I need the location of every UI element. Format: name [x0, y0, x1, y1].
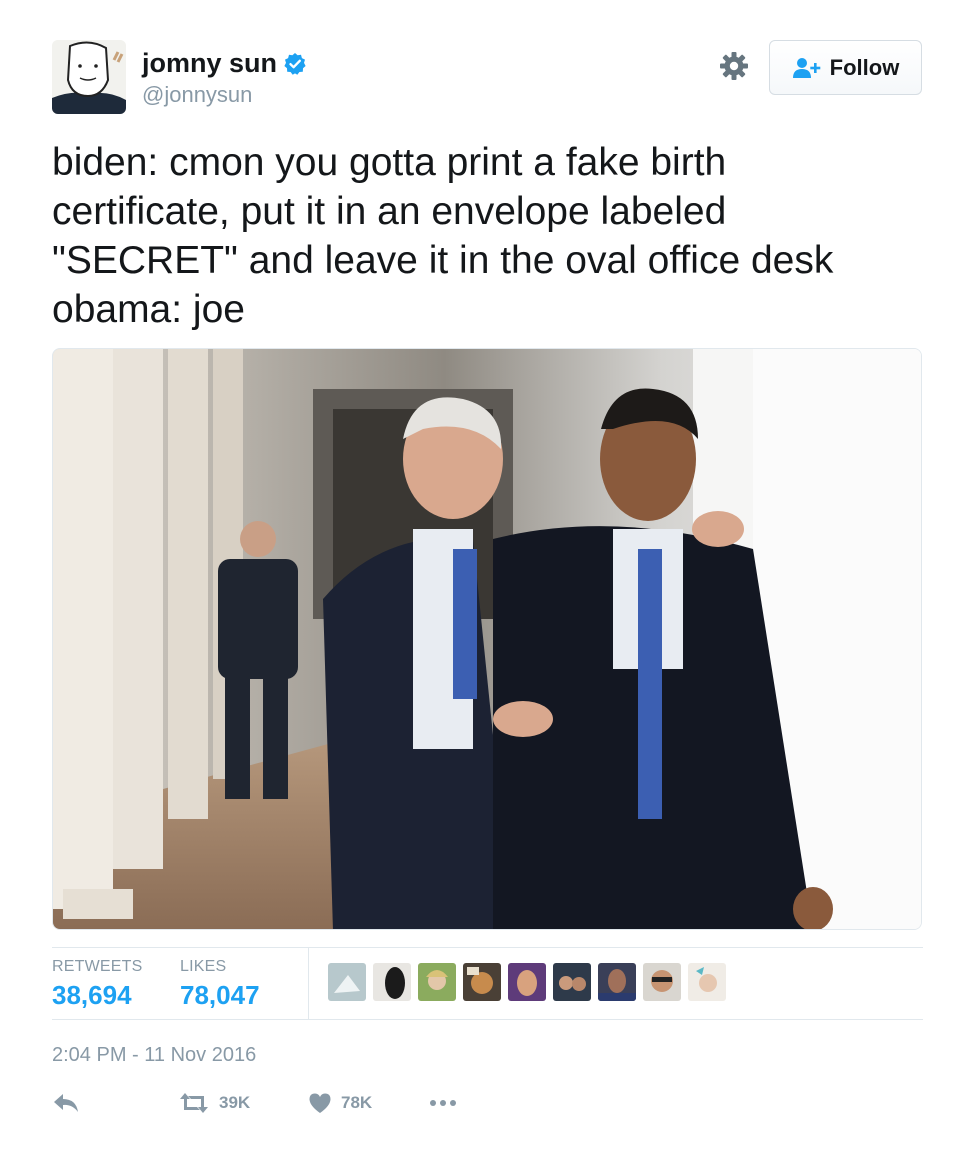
more-dots-icon — [430, 1100, 456, 1106]
user-avatar[interactable] — [52, 40, 126, 114]
add-user-icon — [792, 57, 820, 78]
verified-badge-icon — [283, 52, 307, 76]
follow-button-label: Follow — [829, 54, 900, 80]
retweet-count: 39K — [219, 1093, 251, 1112]
like-count: 78K — [341, 1093, 373, 1112]
retweets-count[interactable]: 38,694 — [52, 980, 132, 1011]
liker-avatar[interactable] — [643, 963, 681, 1001]
liker-avatar[interactable] — [688, 963, 726, 1001]
more-button[interactable] — [428, 1092, 458, 1114]
user-handle[interactable]: @jonnysun — [142, 82, 252, 108]
retweet-button[interactable]: 39K — [178, 1092, 250, 1114]
retweets-label: RETWEETS — [52, 958, 143, 975]
liker-avatar[interactable] — [328, 963, 366, 1001]
heart-icon — [309, 1093, 331, 1113]
user-name-row[interactable]: jomny sun — [142, 48, 307, 79]
reply-icon — [54, 1094, 78, 1112]
tweet-text: biden: cmon you gotta print a fake birth… — [52, 141, 834, 331]
liker-avatar[interactable] — [373, 963, 411, 1001]
follow-button[interactable]: Follow — [769, 40, 922, 95]
like-button[interactable]: 78K — [308, 1092, 372, 1114]
stats-top-divider — [52, 947, 923, 948]
liker-avatars — [328, 963, 733, 1001]
tweet-photo[interactable] — [52, 348, 922, 930]
retweet-icon — [180, 1093, 208, 1113]
liker-avatar[interactable] — [463, 963, 501, 1001]
reply-button[interactable] — [52, 1092, 80, 1114]
tweet-timestamp[interactable]: 2:04 PM - 11 Nov 2016 — [52, 1044, 256, 1067]
stats-vertical-divider — [308, 948, 309, 1020]
stats-bottom-divider — [52, 1019, 923, 1020]
liker-avatar[interactable] — [508, 963, 546, 1001]
likes-label: LIKES — [180, 958, 227, 975]
liker-avatar[interactable] — [598, 963, 636, 1001]
liker-avatar[interactable] — [418, 963, 456, 1001]
liker-avatar[interactable] — [553, 963, 591, 1001]
likes-count[interactable]: 78,047 — [180, 980, 260, 1011]
user-name[interactable]: jomny sun — [142, 48, 277, 79]
gear-icon[interactable] — [718, 50, 750, 82]
